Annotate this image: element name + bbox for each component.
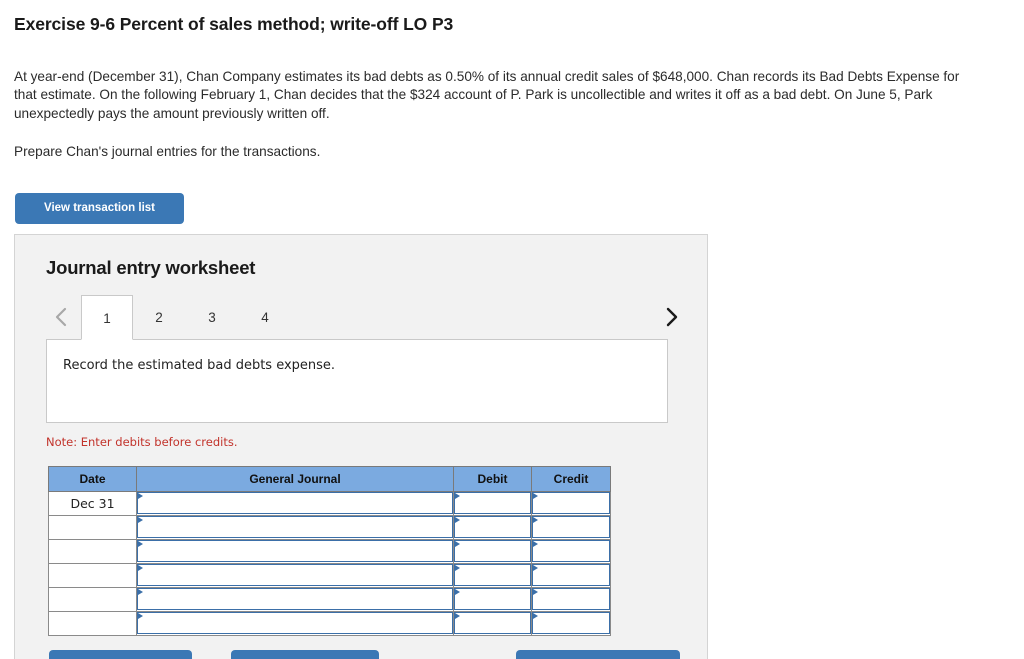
debit-cell[interactable] (453, 515, 532, 540)
worksheet-tab-4[interactable]: 4 (239, 295, 291, 339)
credit-input[interactable] (532, 540, 610, 562)
debit-cell[interactable] (453, 539, 532, 564)
column-header-debit: Debit (453, 466, 532, 492)
debit-input[interactable] (454, 516, 531, 538)
worksheet-title: Journal entry worksheet (46, 257, 256, 278)
worksheet-tab-2[interactable]: 2 (133, 295, 185, 339)
credit-cell[interactable] (531, 491, 611, 516)
credit-cell[interactable] (531, 539, 611, 564)
column-header-general-journal: General Journal (136, 466, 454, 492)
view-transaction-list-button[interactable]: View transaction list (15, 193, 184, 224)
debit-cell[interactable] (453, 587, 532, 612)
page-title: Exercise 9-6 Percent of sales method; wr… (14, 14, 454, 34)
previous-entry-button[interactable] (46, 295, 76, 339)
journal-entry-table: Date General Journal Debit Credit Dec 31 (48, 466, 611, 636)
credit-cell[interactable] (531, 563, 611, 588)
debit-input[interactable] (454, 492, 531, 514)
general-journal-cell[interactable] (136, 587, 454, 612)
table-header-row: Date General Journal Debit Credit (48, 466, 611, 492)
credit-input[interactable] (532, 588, 610, 610)
date-cell[interactable]: Dec 31 (48, 491, 137, 516)
worksheet-tab-3[interactable]: 3 (186, 295, 238, 339)
credit-input[interactable] (532, 564, 610, 586)
general-journal-cell[interactable] (136, 491, 454, 516)
general-journal-input[interactable] (137, 540, 453, 562)
table-row (48, 587, 611, 612)
credit-cell[interactable] (531, 587, 611, 612)
credit-input[interactable] (532, 516, 610, 538)
chevron-right-icon (663, 305, 679, 329)
record-entry-button[interactable]: Record entry (49, 650, 192, 659)
instruction-text: Record the estimated bad debts expense. (63, 358, 336, 373)
date-cell[interactable] (48, 611, 137, 636)
general-journal-cell[interactable] (136, 515, 454, 540)
problem-statement: At year-end (December 31), Chan Company … (14, 69, 960, 121)
general-journal-input[interactable] (137, 588, 453, 610)
debit-input[interactable] (454, 540, 531, 562)
column-header-date: Date (48, 466, 137, 492)
general-journal-cell[interactable] (136, 611, 454, 636)
general-journal-input[interactable] (137, 516, 453, 538)
date-cell[interactable] (48, 539, 137, 564)
clear-entry-button[interactable]: Clear entry (231, 650, 379, 659)
credit-input[interactable] (532, 612, 610, 634)
general-journal-input[interactable] (137, 612, 453, 634)
next-entry-button[interactable] (656, 295, 686, 339)
table-row (48, 539, 611, 564)
debit-cell[interactable] (453, 611, 532, 636)
date-cell[interactable] (48, 563, 137, 588)
column-header-credit: Credit (531, 466, 611, 492)
worksheet-tab-1[interactable]: 1 (81, 295, 133, 340)
table-row (48, 563, 611, 588)
general-journal-cell[interactable] (136, 563, 454, 588)
debit-input[interactable] (454, 564, 531, 586)
general-journal-input[interactable] (137, 564, 453, 586)
credit-input[interactable] (532, 492, 610, 514)
worksheet-action-bar: Record entry Clear entry View general jo… (15, 650, 707, 659)
credit-cell[interactable] (531, 515, 611, 540)
general-journal-cell[interactable] (136, 539, 454, 564)
table-row: Dec 31 (48, 491, 611, 516)
debit-cell[interactable] (453, 491, 532, 516)
problem-prompt: Prepare Chan's journal entries for the t… (14, 144, 321, 159)
date-cell[interactable] (48, 515, 137, 540)
debit-cell[interactable] (453, 563, 532, 588)
chevron-left-icon (53, 305, 69, 329)
instruction-panel: Record the estimated bad debts expense. (46, 339, 668, 423)
date-cell[interactable] (48, 587, 137, 612)
debit-input[interactable] (454, 612, 531, 634)
view-general-journal-button[interactable]: View general journal (516, 650, 680, 659)
journal-entry-worksheet-card: Journal entry worksheet 1 2 3 4 Record t… (14, 234, 708, 659)
table-row (48, 611, 611, 636)
table-row (48, 515, 611, 540)
general-journal-input[interactable] (137, 492, 453, 514)
credit-cell[interactable] (531, 611, 611, 636)
debit-input[interactable] (454, 588, 531, 610)
debits-before-credits-note: Note: Enter debits before credits. (46, 435, 238, 449)
worksheet-tab-strip: 1 2 3 4 (46, 295, 686, 340)
